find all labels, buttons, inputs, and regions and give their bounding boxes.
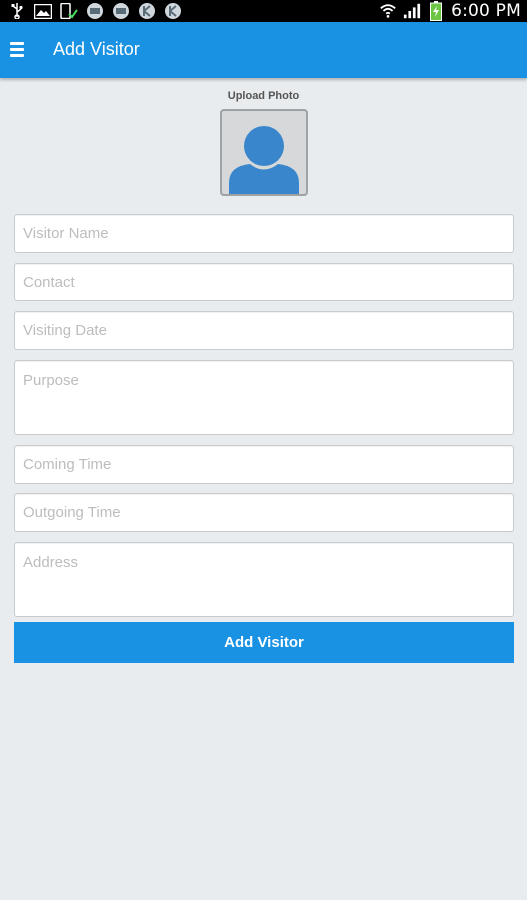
- phone-check-icon: [60, 3, 78, 19]
- add-visitor-button[interactable]: Add Visitor: [14, 622, 514, 663]
- badge-icon: [112, 3, 130, 19]
- outgoing-time-input[interactable]: [15, 494, 513, 531]
- status-bar-system: 6:00 PM: [379, 0, 521, 22]
- visitor-name-field-container: [14, 214, 514, 253]
- badge-icon: [138, 3, 156, 19]
- address-input[interactable]: [15, 543, 513, 616]
- coming-time-field-container: [14, 445, 514, 484]
- signal-icon: [403, 3, 421, 19]
- contact-field-container: [14, 263, 514, 301]
- visiting-date-field-container: [14, 311, 514, 350]
- app-bar: Add Visitor: [0, 22, 527, 78]
- status-time: 6:00 PM: [451, 1, 521, 21]
- purpose-field-container: [14, 360, 514, 435]
- visiting-date-input[interactable]: [15, 312, 513, 349]
- usb-icon: [8, 3, 26, 19]
- address-field-container: [14, 542, 514, 617]
- upload-photo-button[interactable]: [220, 109, 308, 196]
- upload-photo-label: Upload Photo: [227, 90, 300, 102]
- badge-icon: [86, 3, 104, 19]
- status-bar: 6:00 PM: [0, 0, 527, 22]
- badge-icon: [164, 3, 182, 19]
- coming-time-input[interactable]: [15, 446, 513, 483]
- contact-input[interactable]: [15, 264, 513, 300]
- page-title: Add Visitor: [53, 39, 140, 59]
- outgoing-time-field-container: [14, 493, 514, 532]
- wifi-icon: [379, 3, 397, 19]
- battery-icon: [427, 1, 445, 21]
- hamburger-menu-icon[interactable]: [10, 38, 32, 60]
- visitor-name-input[interactable]: [15, 215, 513, 252]
- status-bar-notifications: [8, 2, 182, 20]
- image-icon: [34, 3, 52, 19]
- purpose-input[interactable]: [15, 361, 513, 434]
- user-silhouette-icon: [229, 126, 299, 194]
